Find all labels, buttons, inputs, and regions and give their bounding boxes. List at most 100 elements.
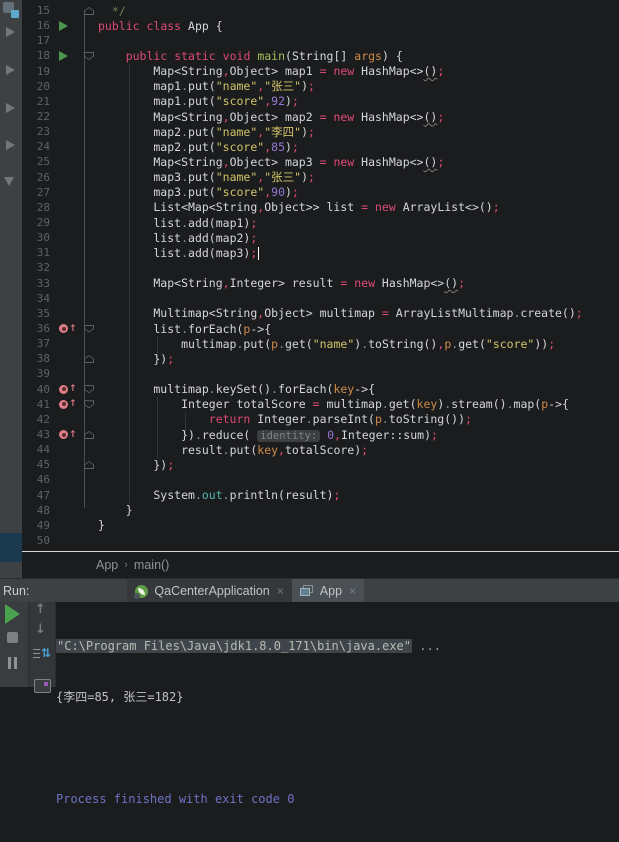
line-number[interactable]: 28 xyxy=(22,201,54,214)
line-number[interactable]: 16 xyxy=(22,19,54,32)
collapse-arrow-icon[interactable] xyxy=(6,65,15,75)
fold-marker[interactable] xyxy=(84,400,94,408)
line-number[interactable]: 39 xyxy=(22,367,54,380)
breadcrumb-method[interactable]: main() xyxy=(128,558,175,572)
code-token: forEach( xyxy=(188,322,243,336)
pause-output-button[interactable] xyxy=(7,657,19,669)
line-number[interactable]: 33 xyxy=(22,277,54,290)
run-tab-qacenterapplication[interactable]: QaCenterApplication × xyxy=(127,579,291,603)
restore-layout-icon[interactable]: ⇅ xyxy=(33,646,51,662)
line-number[interactable]: 43 xyxy=(22,428,54,441)
line-number[interactable]: 36 xyxy=(22,322,54,335)
line-number[interactable]: 25 xyxy=(22,155,54,168)
close-icon[interactable]: × xyxy=(277,584,284,598)
line-number[interactable]: 24 xyxy=(22,140,54,153)
line-number[interactable]: 22 xyxy=(22,110,54,123)
lambda-gutter-icon[interactable]: ↑ xyxy=(59,384,77,394)
line-number[interactable]: 40 xyxy=(22,383,54,396)
fold-marker[interactable] xyxy=(84,325,94,333)
fold-area xyxy=(80,355,98,363)
lambda-gutter-icon[interactable]: ↑ xyxy=(59,430,77,440)
fold-marker[interactable] xyxy=(84,355,94,363)
collapse-arrow-icon[interactable] xyxy=(6,27,15,37)
line-number[interactable]: 19 xyxy=(22,65,54,78)
console-system-line: Process finished with exit code 0 xyxy=(56,791,441,808)
project-structure-icon[interactable] xyxy=(3,2,20,19)
line-number[interactable]: 26 xyxy=(22,171,54,184)
lambda-gutter-icon[interactable]: ↑ xyxy=(59,324,77,334)
line-number[interactable]: 27 xyxy=(22,186,54,199)
code-text: Map<String,Object> map1 = new HashMap<>(… xyxy=(98,64,619,78)
run-gutter-icon[interactable] xyxy=(59,21,68,31)
console-settings-icon[interactable] xyxy=(34,679,51,693)
breadcrumb-class[interactable]: App xyxy=(90,558,124,572)
code-token: App { xyxy=(181,19,223,33)
code-token: put( xyxy=(230,443,258,457)
code-token: }) xyxy=(98,458,167,472)
line-number[interactable]: 46 xyxy=(22,473,54,486)
code-text: list.forEach(p->{ xyxy=(98,322,619,336)
code-token: key xyxy=(333,382,354,396)
code-line: 15 */ xyxy=(22,3,619,18)
line-number[interactable]: 48 xyxy=(22,504,54,517)
line-number[interactable]: 44 xyxy=(22,443,54,456)
fold-marker[interactable] xyxy=(84,52,94,60)
fold-marker[interactable] xyxy=(84,431,94,439)
code-token: HashMap<> xyxy=(354,64,423,78)
line-number[interactable]: 15 xyxy=(22,4,54,17)
code-text: Multimap<String,Object> multimap = Array… xyxy=(98,306,619,320)
line-number[interactable]: 23 xyxy=(22,125,54,138)
line-number[interactable]: 47 xyxy=(22,489,54,502)
line-number[interactable]: 42 xyxy=(22,413,54,426)
code-text: map1.put("score",92); xyxy=(98,94,619,108)
line-number[interactable]: 18 xyxy=(22,49,54,62)
code-token: add(map1) xyxy=(188,216,250,230)
line-number[interactable]: 29 xyxy=(22,216,54,229)
run-console: ↑ ↓ ⇅ "C:\Program Files\Java\jdk1.8.0_17… xyxy=(0,602,619,687)
down-arrow-icon[interactable]: ↓ xyxy=(35,622,46,637)
console-output[interactable]: "C:\Program Files\Java\jdk1.8.0_171\bin\… xyxy=(56,604,441,842)
close-icon[interactable]: × xyxy=(349,584,356,598)
line-number[interactable]: 21 xyxy=(22,95,54,108)
code-token: "张三" xyxy=(264,170,301,184)
active-tool-window-button[interactable] xyxy=(0,533,22,562)
collapse-arrow-icon[interactable] xyxy=(6,140,15,150)
line-number[interactable]: 37 xyxy=(22,337,54,350)
fold-marker[interactable] xyxy=(84,461,94,469)
line-number[interactable]: 34 xyxy=(22,292,54,305)
line-number[interactable]: 45 xyxy=(22,458,54,471)
code-editor[interactable]: 15 */16public class App {1718 public sta… xyxy=(22,0,619,552)
up-arrow-icon[interactable]: ↑ xyxy=(35,602,46,617)
lambda-gutter-icon[interactable]: ↑ xyxy=(59,399,77,409)
code-token: Object> map1 xyxy=(230,64,320,78)
run-gutter-icon[interactable] xyxy=(59,51,68,61)
line-number[interactable]: 20 xyxy=(22,80,54,93)
line-number[interactable]: 49 xyxy=(22,519,54,532)
line-number[interactable]: 17 xyxy=(22,34,54,47)
line-number[interactable]: 41 xyxy=(22,398,54,411)
expand-arrow-icon[interactable] xyxy=(4,177,14,186)
code-token: result xyxy=(98,443,223,457)
line-number[interactable]: 32 xyxy=(22,261,54,274)
code-token: = xyxy=(320,110,327,124)
stop-button[interactable] xyxy=(7,632,18,643)
folded-command-ellipsis[interactable]: ... xyxy=(412,639,441,653)
rerun-button[interactable] xyxy=(5,604,20,624)
line-number[interactable]: 31 xyxy=(22,246,54,259)
fold-marker[interactable] xyxy=(84,7,94,15)
line-number[interactable]: 50 xyxy=(22,534,54,547)
run-tab-app[interactable]: App × xyxy=(292,579,364,603)
code-token: () xyxy=(444,276,458,290)
line-number[interactable]: 30 xyxy=(22,231,54,244)
run-tab-label: QaCenterApplication xyxy=(154,584,269,598)
collapse-arrow-icon[interactable] xyxy=(6,103,15,113)
code-token: ArrayList<>() xyxy=(396,200,493,214)
console-command-line[interactable]: "C:\Program Files\Java\jdk1.8.0_171\bin\… xyxy=(56,638,441,655)
code-token: Integer xyxy=(250,412,305,426)
code-text: Map<String,Object> map3 = new HashMap<>(… xyxy=(98,155,619,169)
fold-marker[interactable] xyxy=(84,385,94,393)
line-number[interactable]: 38 xyxy=(22,352,54,365)
code-token: , xyxy=(223,276,230,290)
line-number[interactable]: 35 xyxy=(22,307,54,320)
code-token: get( xyxy=(285,337,313,351)
